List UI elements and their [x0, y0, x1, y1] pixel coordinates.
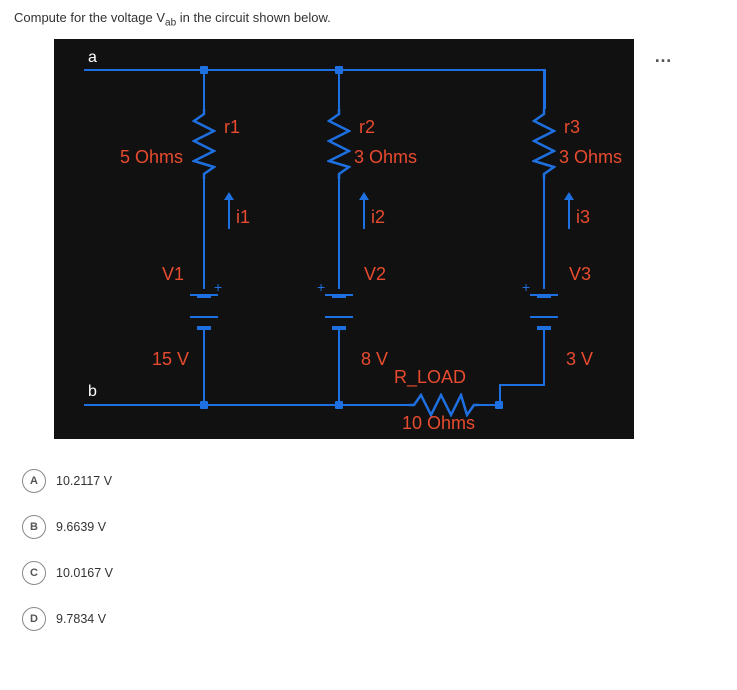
label-v3-name: V3 — [569, 264, 591, 285]
terminal-b: b — [88, 383, 97, 401]
resistor-r2 — [327, 109, 351, 179]
polarity-plus-1: + — [214, 279, 222, 295]
option-text: 9.6639 V — [56, 520, 106, 534]
more-options-button[interactable]: … — [652, 45, 676, 69]
label-r1-val: 5 Ohms — [120, 147, 183, 168]
question-sub: ab — [165, 18, 176, 29]
answer-options: A 10.2117 V B 9.6639 V C 10.0167 V D 9.7… — [14, 463, 723, 637]
option-b[interactable]: B 9.6639 V — [18, 509, 723, 545]
option-letter: A — [22, 469, 46, 493]
circuit-diagram: a r1 5 Ohms i1 V1 + — [54, 39, 634, 439]
option-c[interactable]: C 10.0167 V — [18, 555, 723, 591]
option-letter: C — [22, 561, 46, 585]
polarity-plus-3: + — [522, 279, 530, 295]
option-d[interactable]: D 9.7834 V — [18, 601, 723, 637]
option-text: 10.2117 V — [56, 474, 112, 488]
option-text: 9.7834 V — [56, 612, 106, 626]
question-suffix: in the circuit shown below. — [176, 10, 331, 25]
resistor-r1 — [192, 109, 216, 179]
label-v2-val: 8 V — [361, 349, 388, 370]
question-prefix: Compute for the voltage V — [14, 10, 165, 25]
label-i3: i3 — [576, 207, 590, 228]
label-v2-name: V2 — [364, 264, 386, 285]
label-r1-name: r1 — [224, 117, 240, 138]
label-v1-val: 15 V — [152, 349, 189, 370]
option-a[interactable]: A 10.2117 V — [18, 463, 723, 499]
label-i1: i1 — [236, 207, 250, 228]
option-text: 10.0167 V — [56, 566, 113, 580]
resistor-r3 — [532, 109, 556, 179]
ellipsis-icon: … — [654, 46, 674, 67]
terminal-a: a — [88, 49, 97, 67]
label-v1-name: V1 — [162, 264, 184, 285]
label-r2-val: 3 Ohms — [354, 147, 417, 168]
label-rload-name: R_LOAD — [394, 367, 466, 388]
label-v3-val: 3 V — [566, 349, 593, 370]
label-r2-name: r2 — [359, 117, 375, 138]
label-i2: i2 — [371, 207, 385, 228]
polarity-plus-2: + — [317, 279, 325, 295]
label-rload-val: 10 Ohms — [402, 413, 475, 434]
option-letter: D — [22, 607, 46, 631]
label-r3-val: 3 Ohms — [559, 147, 622, 168]
question-text: Compute for the voltage Vab in the circu… — [14, 10, 723, 29]
option-letter: B — [22, 515, 46, 539]
label-r3-name: r3 — [564, 117, 580, 138]
